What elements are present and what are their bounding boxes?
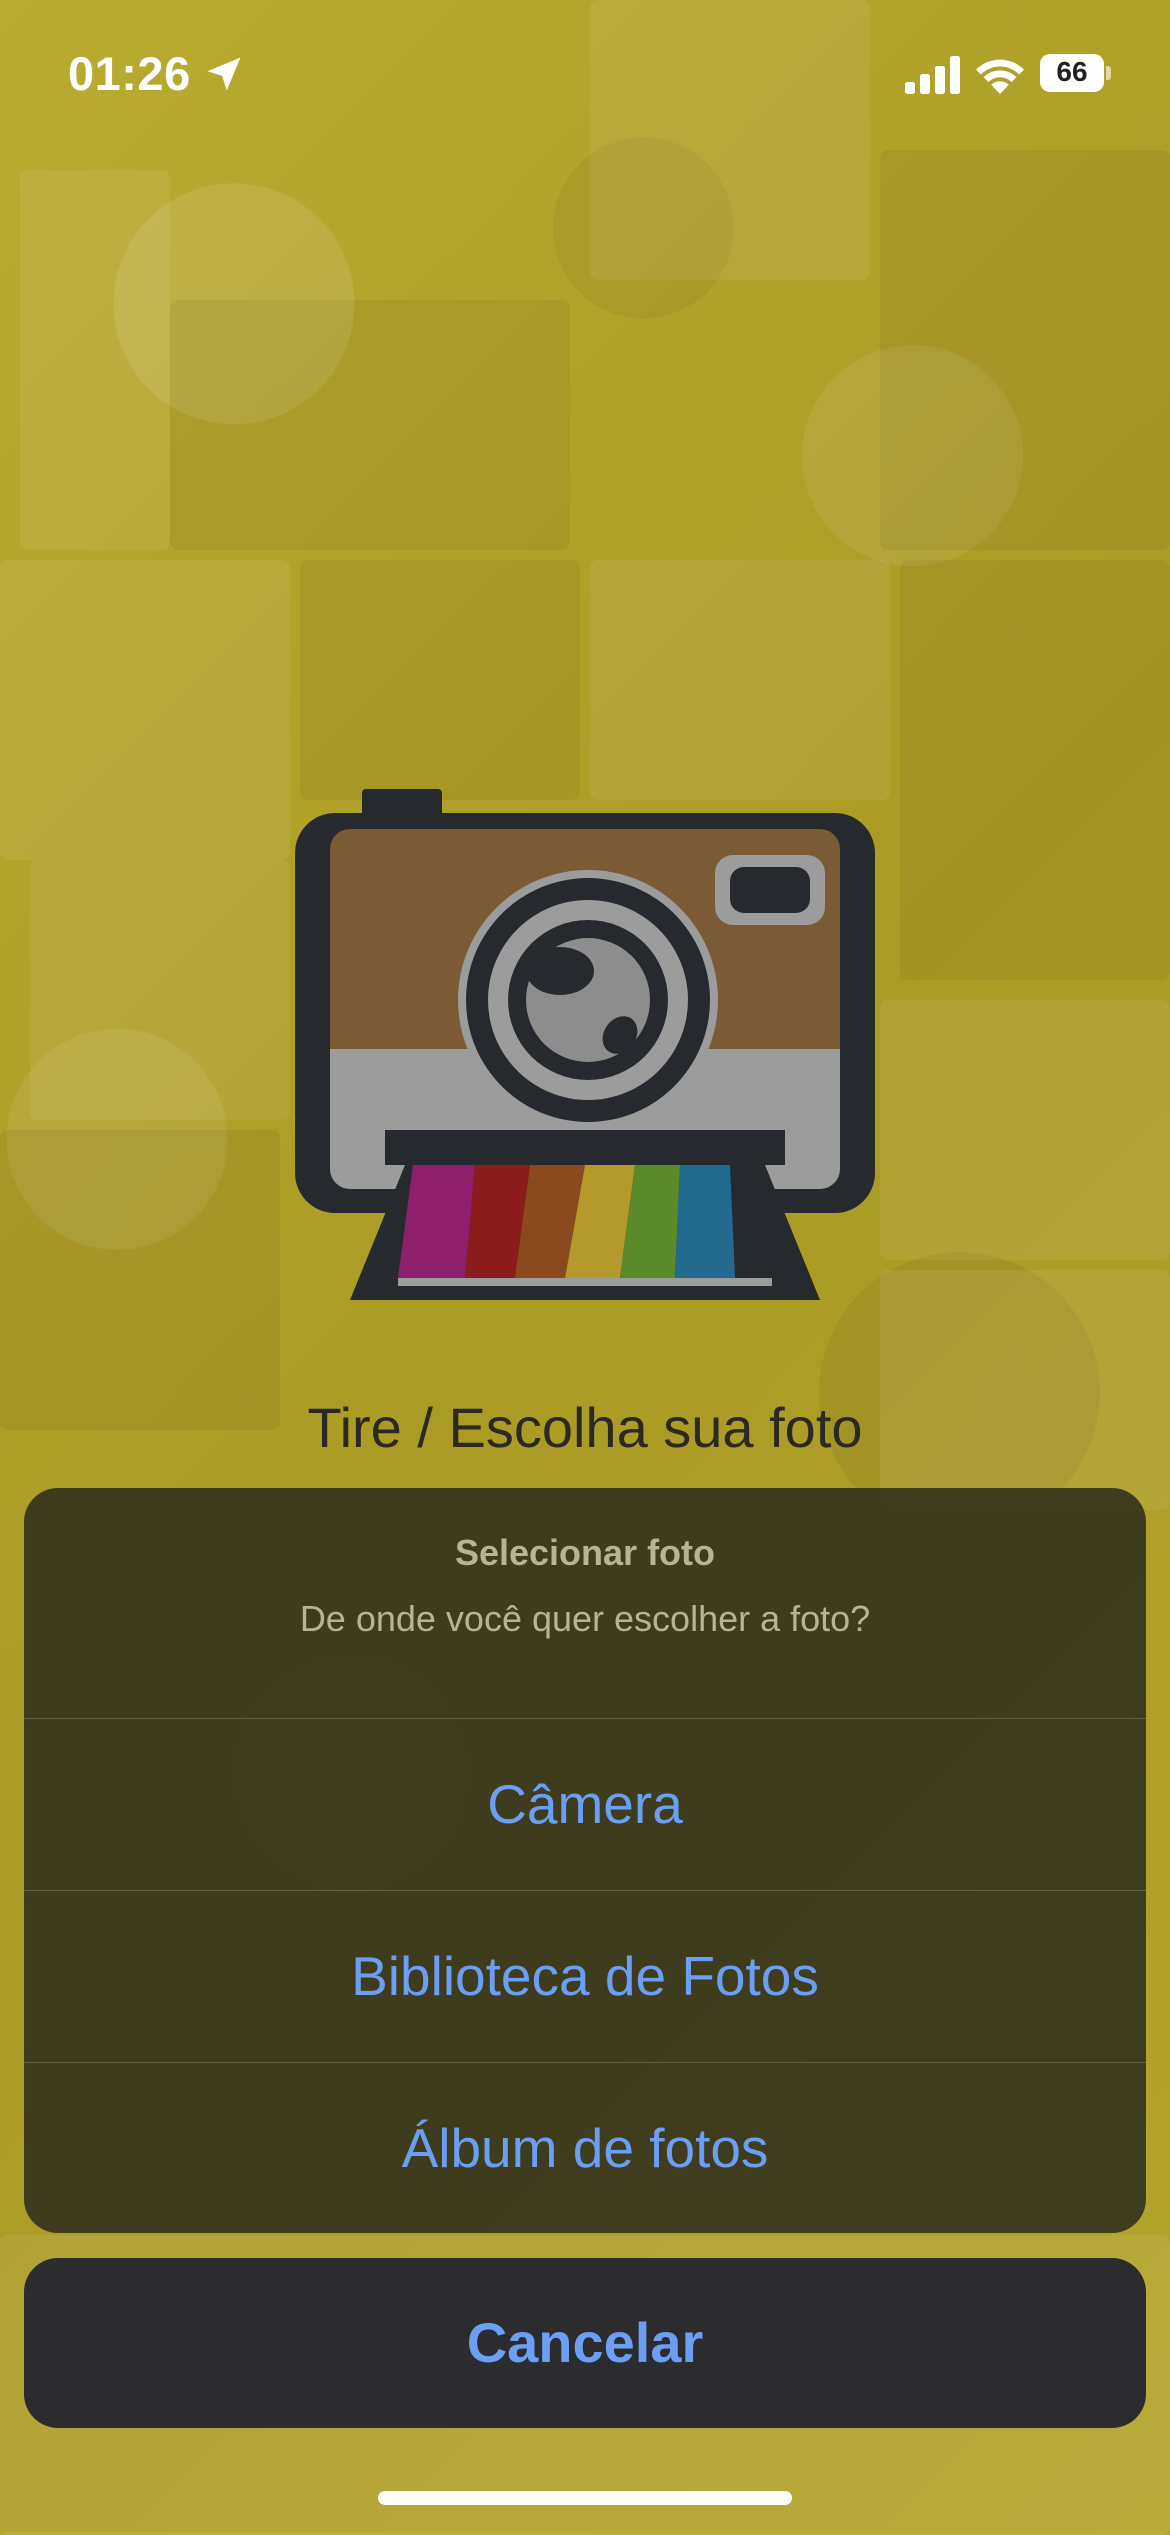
- action-sheet-header: Selecionar foto De onde você quer escolh…: [24, 1488, 1146, 1719]
- action-sheet: Selecionar foto De onde você quer escolh…: [24, 1488, 1146, 2233]
- page-title: Tire / Escolha sua foto: [307, 1396, 863, 1459]
- action-sheet-message: De onde você quer escolher a foto?: [299, 1598, 871, 1639]
- status-time: 01:26: [68, 47, 191, 100]
- photo-album-action-button[interactable]: Álbum de fotos: [24, 2063, 1146, 2233]
- home-indicator[interactable]: [378, 2491, 792, 2505]
- photo-library-action-button[interactable]: Biblioteca de Fotos: [24, 1891, 1146, 2063]
- camera-action-button[interactable]: Câmera: [24, 1719, 1146, 1891]
- action-sheet-title: Selecionar foto: [454, 1532, 716, 1573]
- location-arrow-icon: [207, 57, 241, 91]
- wifi-icon: [976, 59, 1024, 94]
- cancel-button[interactable]: Cancelar: [24, 2258, 1146, 2428]
- cellular-signal-icon: [905, 56, 960, 94]
- battery-icon: 66: [1040, 54, 1111, 92]
- polaroid-camera-icon: [295, 789, 875, 1300]
- battery-level: 66: [1056, 56, 1088, 87]
- status-bar: 01:26 66: [0, 0, 1170, 150]
